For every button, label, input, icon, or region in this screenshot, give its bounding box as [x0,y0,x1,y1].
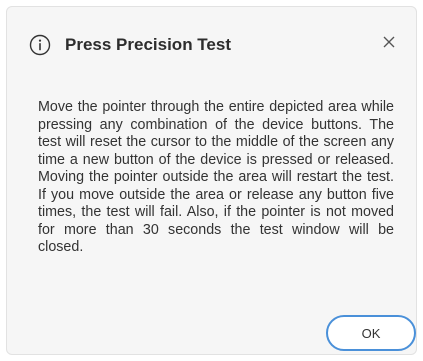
ok-button[interactable]: OK [326,315,416,351]
close-button[interactable] [376,31,402,57]
close-icon [382,35,396,54]
dialog-message: Move the pointer through the entire depi… [38,99,394,255]
info-icon [29,34,51,56]
dialog-title: Press Precision Test [65,35,231,54]
press-precision-test-dialog: Press Precision Test Move the pointer th… [6,6,417,355]
